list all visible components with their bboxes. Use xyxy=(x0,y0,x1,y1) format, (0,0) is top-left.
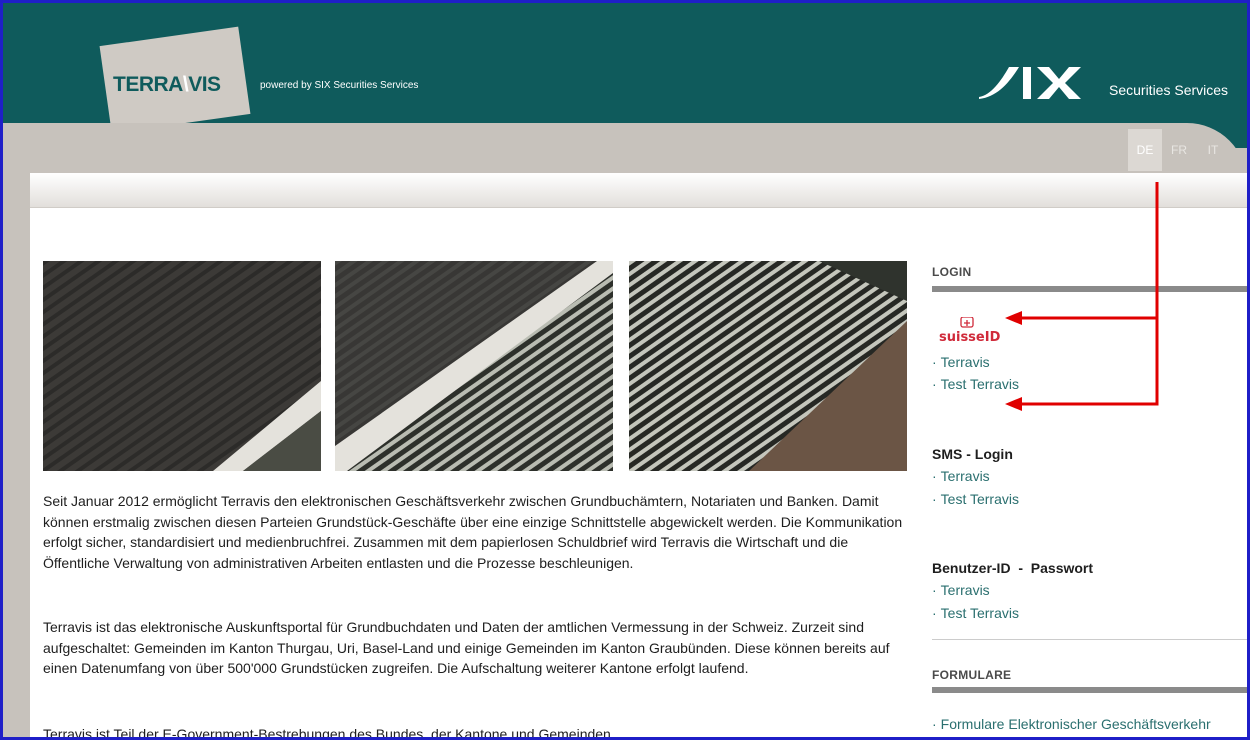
language-switcher: DE FR IT xyxy=(1128,129,1230,171)
intro-paragraph-3: Terravis ist Teil der E-Government-Bestr… xyxy=(43,726,615,740)
sms-login-heading: SMS - Login xyxy=(932,446,1013,462)
aerial-photo-2 xyxy=(335,261,613,471)
content-area: Seit Januar 2012 ermöglicht Terravis den… xyxy=(30,173,1247,737)
link-label: Test Terravis xyxy=(940,605,1019,621)
suisseid-logo-icon[interactable]: suisseID xyxy=(939,317,1003,345)
lang-de[interactable]: DE xyxy=(1128,129,1162,171)
lang-fr[interactable]: FR xyxy=(1162,129,1196,171)
link-label: Terravis xyxy=(940,354,990,370)
six-logo-icon xyxy=(979,67,1081,99)
userpw-link-test-terravis[interactable]: · Test Terravis xyxy=(932,605,1019,621)
formulare-heading-bar xyxy=(932,687,1247,693)
formulare-link[interactable]: · Formulare Elektronischer Geschäftsverke… xyxy=(932,716,1211,732)
logo-left-text: TERRA xyxy=(113,73,183,96)
bullet: · xyxy=(932,582,937,598)
bullet: · xyxy=(932,491,937,507)
powered-by-text: powered by SIX Securities Services xyxy=(260,80,419,91)
subnav-bar xyxy=(30,173,1247,208)
bullet: · xyxy=(932,376,937,392)
logo-right-text: VIS xyxy=(188,73,221,96)
suisseid-label: suisseID xyxy=(939,330,1001,345)
aerial-photo-3 xyxy=(629,261,907,471)
bullet: · xyxy=(932,354,937,370)
six-subtitle: Securities Services xyxy=(1109,82,1229,98)
link-label: Terravis xyxy=(940,468,990,484)
suisseid-link-terravis[interactable]: · Terravis xyxy=(932,354,990,370)
link-label: Test Terravis xyxy=(940,376,1019,392)
sms-link-terravis[interactable]: · Terravis xyxy=(932,468,990,484)
link-label: Test Terravis xyxy=(940,491,1019,507)
userpw-heading: Benutzer-ID - Passwort xyxy=(932,560,1094,576)
link-label: Formulare Elektronischer Geschäftsverkeh… xyxy=(940,716,1211,732)
terravis-logo[interactable]: TERRA\VIS xyxy=(113,73,221,97)
bullet: · xyxy=(932,716,937,732)
link-label: Terravis xyxy=(940,582,990,598)
login-heading-bar xyxy=(932,286,1247,292)
intro-paragraph-2: Terravis ist das elektronische Auskunfts… xyxy=(43,619,890,676)
lang-it[interactable]: IT xyxy=(1196,129,1230,171)
aerial-photo-1 xyxy=(43,261,321,471)
sms-link-test-terravis[interactable]: · Test Terravis xyxy=(932,491,1019,507)
page-frame: TERRA\VIS powered by SIX Securities Serv… xyxy=(0,0,1250,740)
bullet: · xyxy=(932,468,937,484)
bullet: · xyxy=(932,605,937,621)
formulare-heading: FORMULARE xyxy=(932,668,1012,682)
suisseid-link-test-terravis[interactable]: · Test Terravis xyxy=(932,376,1019,392)
login-heading: LOGIN xyxy=(932,265,972,279)
intro-paragraph-1: Seit Januar 2012 ermöglicht Terravis den… xyxy=(43,493,903,571)
userpw-link-terravis[interactable]: · Terravis xyxy=(932,582,990,598)
sidebar-divider xyxy=(932,639,1247,640)
